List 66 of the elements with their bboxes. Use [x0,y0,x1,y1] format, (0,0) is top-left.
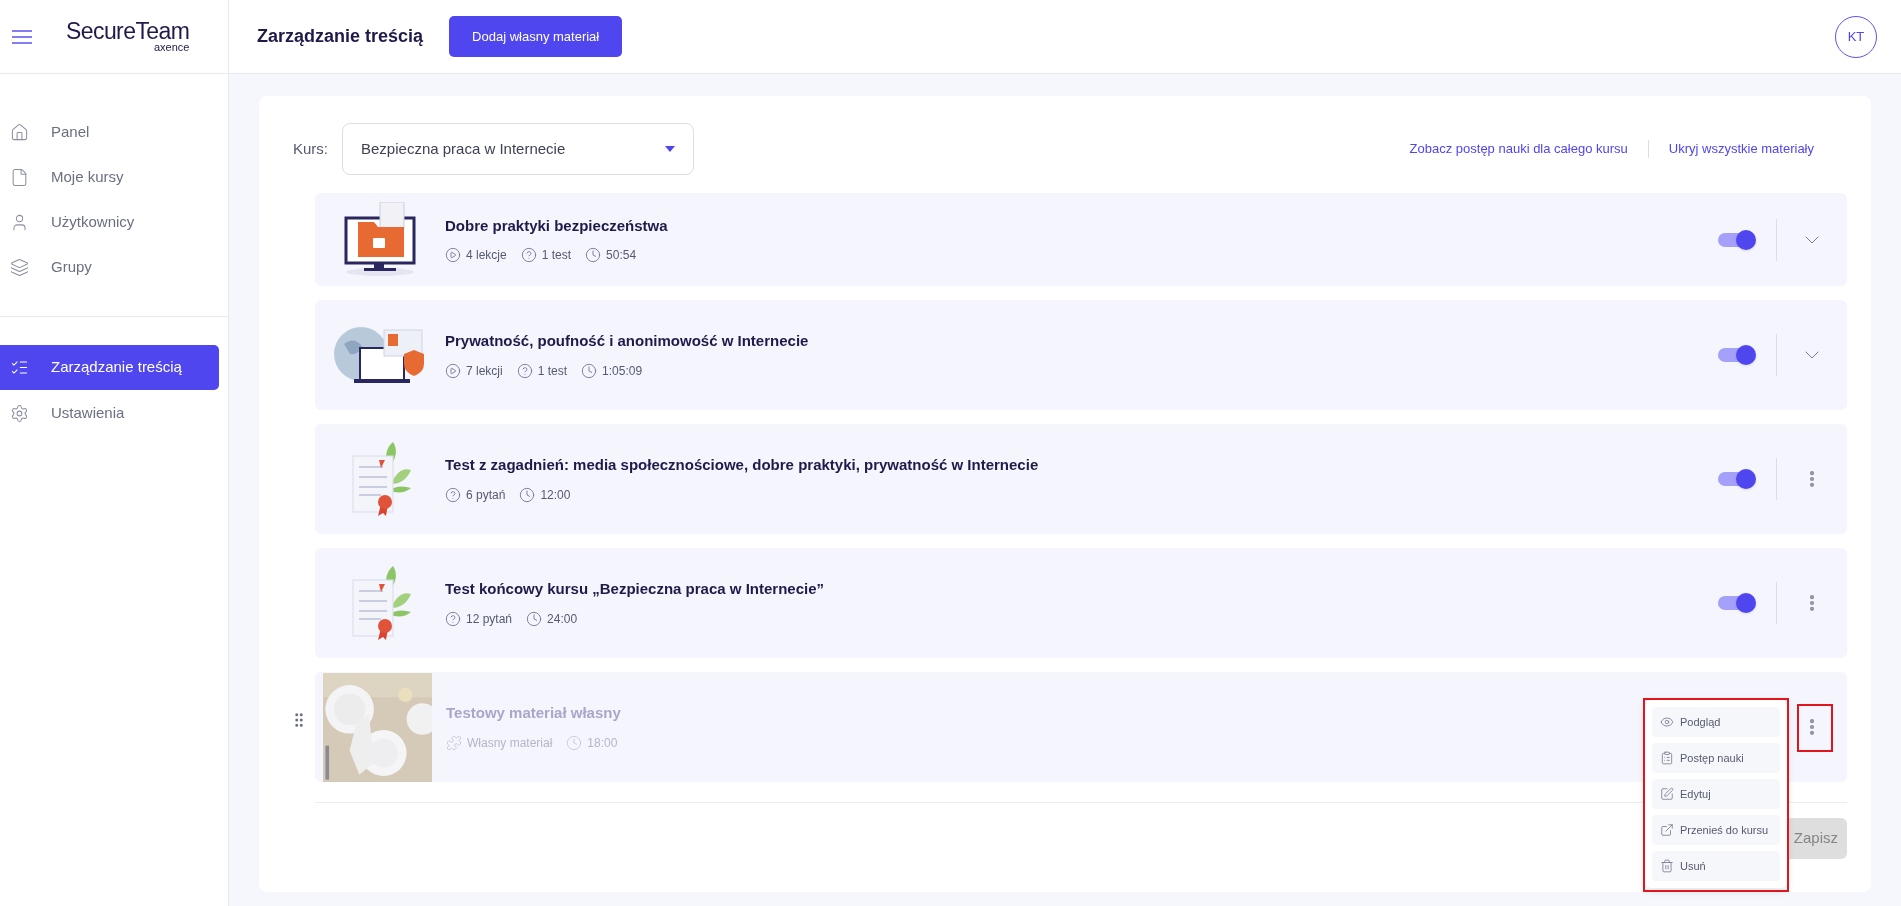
checklist-icon [10,358,29,377]
user-icon [10,213,29,232]
file-icon [10,168,29,187]
material-title: Test z zagadnień: media społecznościowe, dobre praktyki, prywatność w Internecie [445,455,1039,476]
menu-item[interactable]: Przenieś do kursu [1652,815,1780,845]
meta-label: Własny materiał [467,734,553,752]
material-title: Dobre praktyki bezpieczeństwa [445,215,668,236]
play-icon [445,247,461,264]
logo-name: SecureTeam [66,20,190,43]
question-icon [445,486,461,503]
clock-icon [585,247,602,264]
question-icon [516,362,533,379]
meta-label: 24:00 [547,610,578,628]
add-material-button[interactable]: Dodaj własny materiał [449,16,623,57]
toggle-switch[interactable] [1718,469,1756,489]
material-title: Testowy materiał własny [446,703,621,724]
nav-item[interactable]: Ustawienia [0,391,219,436]
clock-icon [566,734,583,751]
eye-icon [1660,715,1674,729]
course-select[interactable]: Bezpieczna praca w Internecie [342,123,694,175]
trash-icon [1660,859,1674,873]
settings-icon [10,404,29,423]
meta-label: 6 pytań [466,486,506,504]
play-icon [445,362,461,379]
menu-item[interactable]: Usuń [1652,851,1780,881]
question-icon [520,247,537,264]
home-icon [10,123,29,142]
nav-item[interactable]: Panel [0,110,219,155]
clock-icon [526,610,543,627]
logo-sub: axence [153,42,190,53]
meta-label: 18:00 [587,734,618,752]
course-label: Kurs: [293,138,328,159]
menu-icon[interactable] [12,29,32,44]
meta-label: 1 test [537,362,568,380]
toggle-switch[interactable] [1718,345,1756,365]
question-icon [445,610,461,627]
nav-item[interactable]: Moje kursy [0,155,219,200]
clipboard-icon [1660,751,1674,765]
nav-item[interactable]: Grupy [0,245,219,290]
clock-icon [581,362,598,379]
export-icon [1660,823,1674,837]
page-title: Zarządzanie treścią [257,25,424,48]
meta-label: 1 test [541,247,572,265]
toggle-switch[interactable] [1718,593,1756,613]
meta-label: 7 lekcji [466,362,503,380]
meta-label: 1:05:09 [602,362,643,380]
layers-icon [10,258,29,277]
meta-label: 12 pytań [466,610,513,628]
menu-item[interactable]: Podgląd [1652,707,1780,737]
toggle-switch[interactable] [1718,229,1756,250]
menu-item[interactable]: Postęp nauki [1652,743,1780,773]
edit-icon [1660,787,1674,801]
highlight-frame [1797,704,1833,752]
nav-item[interactable]: Zarządzanie treścią [0,345,219,390]
puzzle-icon [446,734,462,751]
material-title: Prywatność, poufność i anonimowość w Internecie [445,331,809,352]
material-title: Test końcowy kursu „Bezpieczna praca w Internecie” [445,579,824,600]
course-link[interactable]: Ukryj wszystkie materiały [1668,139,1814,159]
clock-icon [519,486,536,503]
course-link[interactable]: Zobacz postęp nauki dla całego kursu [1409,139,1628,159]
meta-label: 12:00 [540,486,571,504]
meta-label: 4 lekcje [466,247,507,265]
nav-item[interactable]: Użytkownicy [0,200,219,245]
menu-item[interactable]: Edytuj [1652,779,1780,809]
meta-label: 50:54 [606,247,637,265]
dropdown-caret-icon [665,146,675,152]
